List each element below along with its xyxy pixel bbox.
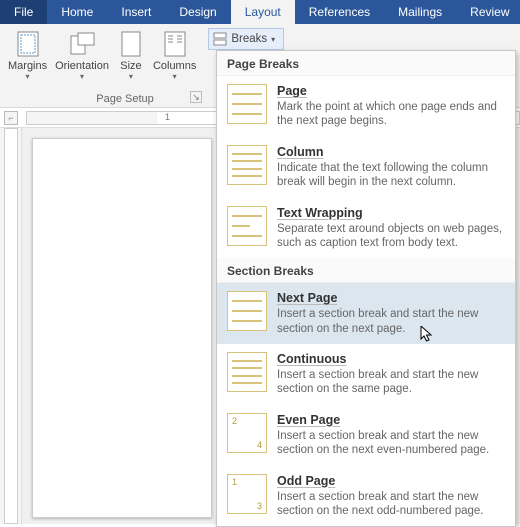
size-label: Size (120, 60, 141, 72)
tab-mailings[interactable]: Mailings (384, 0, 456, 24)
chevron-down-icon: ▾ (173, 72, 177, 81)
margins-label: Margins (8, 60, 47, 72)
menu-item-title: Odd Page (277, 474, 505, 488)
breaks-button[interactable]: Breaks ▾ (208, 28, 284, 50)
column-break-icon (227, 145, 267, 185)
columns-label: Columns (153, 60, 196, 72)
page-break-icon (227, 84, 267, 124)
chevron-down-icon: ▾ (80, 72, 84, 81)
tab-layout[interactable]: Layout (231, 0, 295, 24)
menu-item-text-wrapping[interactable]: Text Wrapping Separate text around objec… (217, 198, 515, 259)
breaks-label: Breaks (231, 33, 267, 45)
margins-button[interactable]: Margins ▾ (4, 28, 51, 81)
menu-item-title: Text Wrapping (277, 206, 505, 220)
menu-item-desc: Insert a section break and start the new… (277, 368, 505, 397)
ribbon-tabstrip: File Home Insert Design Layout Reference… (0, 0, 520, 24)
document-page[interactable] (32, 138, 212, 518)
breaks-dropdown-menu: Page Breaks Page Mark the point at which… (216, 50, 516, 527)
menu-item-page[interactable]: Page Mark the point at which one page en… (217, 76, 515, 137)
menu-item-odd-page[interactable]: 1 3 Odd Page Insert a section break and … (217, 466, 515, 527)
chevron-down-icon: ▾ (26, 72, 30, 81)
next-page-icon (227, 291, 267, 331)
tab-review[interactable]: Review (456, 0, 520, 24)
columns-icon (161, 30, 189, 58)
text-wrapping-icon (227, 206, 267, 246)
page-setup-group-label: Page Setup (70, 93, 180, 105)
menu-item-desc: Indicate that the text following the col… (277, 161, 505, 190)
menu-item-even-page[interactable]: 2 4 Even Page Insert a section break and… (217, 405, 515, 466)
page-breaks-heading: Page Breaks (217, 51, 515, 76)
menu-item-column[interactable]: Column Indicate that the text following … (217, 137, 515, 198)
tab-design[interactable]: Design (165, 0, 230, 24)
menu-item-title: Column (277, 145, 505, 159)
menu-item-next-page[interactable]: Next Page Insert a section break and sta… (217, 283, 515, 344)
size-button[interactable]: Size ▾ (113, 28, 149, 81)
tab-references[interactable]: References (295, 0, 384, 24)
vertical-ruler[interactable] (0, 128, 22, 524)
breaks-icon (213, 32, 227, 46)
columns-button[interactable]: Columns ▾ (149, 28, 200, 81)
menu-item-desc: Insert a section break and start the new… (277, 490, 505, 519)
section-breaks-heading: Section Breaks (217, 258, 515, 283)
menu-item-title: Continuous (277, 352, 505, 366)
ruler-mark-1: 1 (165, 112, 170, 122)
continuous-icon (227, 352, 267, 392)
tab-file[interactable]: File (0, 0, 47, 24)
page-setup-dialog-launcher[interactable]: ↘ (190, 91, 202, 103)
odd-page-icon: 1 3 (227, 474, 267, 514)
chevron-down-icon: ▾ (271, 35, 275, 44)
menu-item-desc: Insert a section break and start the new… (277, 429, 505, 458)
size-icon (117, 30, 145, 58)
menu-item-title: Page (277, 84, 505, 98)
menu-item-desc: Separate text around objects on web page… (277, 222, 505, 251)
menu-item-title: Even Page (277, 413, 505, 427)
tab-insert[interactable]: Insert (107, 0, 165, 24)
menu-item-desc: Mark the point at which one page ends an… (277, 100, 505, 129)
tab-home[interactable]: Home (47, 0, 107, 24)
margins-icon (14, 30, 42, 58)
menu-item-desc: Insert a section break and start the new… (277, 307, 505, 336)
orientation-label: Orientation (55, 60, 109, 72)
chevron-down-icon: ▾ (129, 72, 133, 81)
menu-item-continuous[interactable]: Continuous Insert a section break and st… (217, 344, 515, 405)
orientation-icon (68, 30, 96, 58)
ruler-corner: ⌐ (4, 111, 18, 125)
even-page-icon: 2 4 (227, 413, 267, 453)
orientation-button[interactable]: Orientation ▾ (51, 28, 113, 81)
menu-item-title: Next Page (277, 291, 505, 305)
